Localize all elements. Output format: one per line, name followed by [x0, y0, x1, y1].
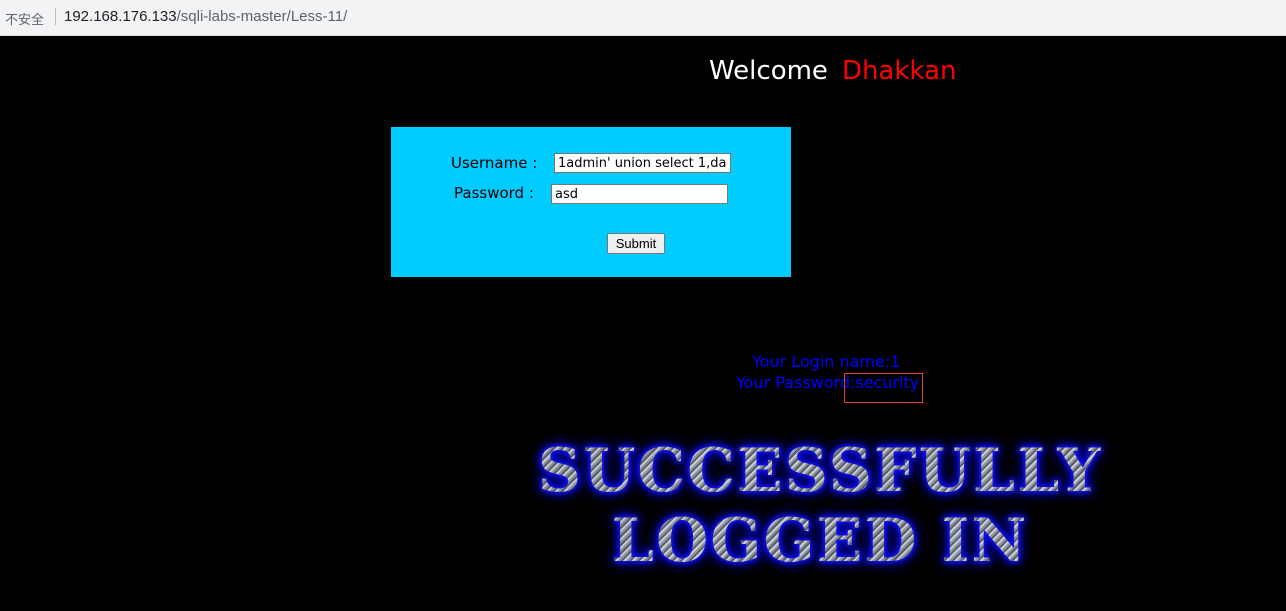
address-bar[interactable]: 不安全 192.168.176.133/sqli-labs-master/Les…: [0, 0, 1286, 36]
address-separator: [55, 8, 56, 25]
login-name-result: Your Login name:1: [752, 352, 901, 371]
password-label: Password :: [454, 184, 534, 202]
password-input[interactable]: [551, 184, 728, 204]
url-host: 192.168.176.133: [64, 8, 177, 25]
security-indicator[interactable]: 不安全: [5, 9, 44, 28]
login-form: Username : Password : Submit: [391, 127, 791, 277]
welcome-name: Dhakkan: [841, 56, 957, 86]
password-result-prefix: Your Password:: [736, 373, 856, 392]
highlight-box: [844, 373, 923, 403]
welcome-heading: Welcome Dhakkan: [709, 56, 956, 86]
success-banner-line2: LOGGED IN: [480, 506, 1160, 576]
welcome-text: Welcome: [709, 56, 828, 86]
submit-button[interactable]: Submit: [607, 233, 665, 254]
success-banner-line1: SUCCESSFULLY: [480, 436, 1160, 506]
url-text[interactable]: 192.168.176.133/sqli-labs-master/Less-11…: [64, 8, 347, 25]
username-label: Username :: [451, 154, 538, 172]
url-path: /sqli-labs-master/Less-11/: [176, 8, 348, 25]
username-input[interactable]: [554, 153, 731, 173]
